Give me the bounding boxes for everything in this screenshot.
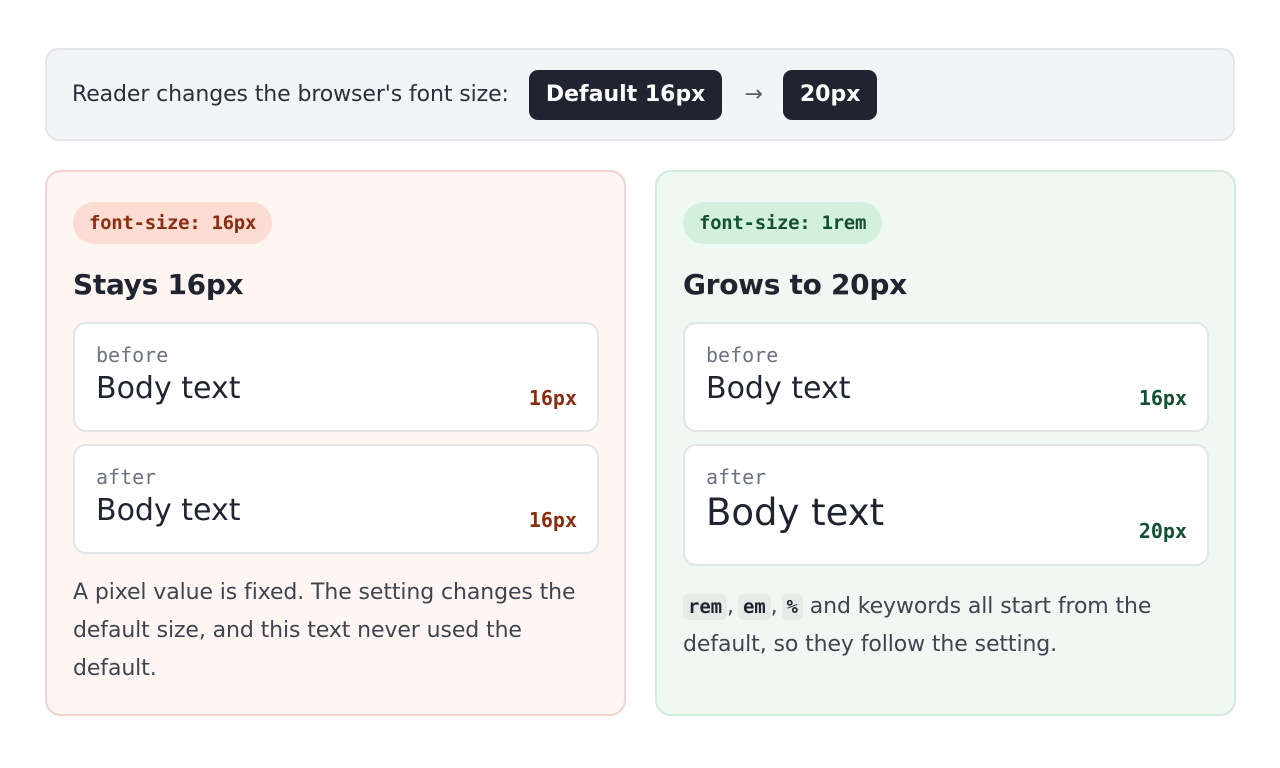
unit-code: rem (683, 594, 728, 620)
unit-code: em (737, 594, 771, 620)
body-text-sample-large: Body text (706, 491, 885, 534)
px-card: font-size: 16px Stays 16px before Body t… (45, 170, 626, 716)
rem-before-box: before Body text 16px (683, 322, 1209, 432)
px-description: A pixel value is fixed. The setting chan… (73, 580, 576, 681)
size-readout: 20px (1138, 519, 1187, 543)
rem-description: rem, em,% and keywords all start from the… (683, 594, 1152, 657)
body-text-sample: Body text (96, 493, 241, 528)
body-text-sample: Body text (706, 371, 851, 406)
banner-lead: Reader changes the browser's font size: (72, 82, 509, 107)
rem-card: font-size: 1rem Grows to 20px before Bod… (655, 170, 1236, 716)
unit-code: % (781, 594, 803, 620)
after-label: after (706, 465, 767, 489)
new-size-pill: 20px (782, 69, 878, 120)
before-label: before (96, 343, 169, 367)
rem-tag: font-size: 1rem (683, 202, 883, 244)
size-readout: 16px (528, 508, 577, 532)
size-readout: 16px (1138, 386, 1187, 410)
browser-setting-banner: Reader changes the browser's font size: … (45, 48, 1235, 141)
px-before-box: before Body text 16px (73, 322, 599, 432)
arrow-right-icon: → (744, 82, 763, 107)
size-readout: 16px (528, 386, 577, 410)
px-heading: Stays 16px (73, 268, 244, 301)
body-text-sample: Body text (96, 371, 241, 406)
after-label: after (96, 465, 157, 489)
rem-after-box: after Body text 20px (683, 444, 1209, 566)
px-after-box: after Body text 16px (73, 444, 599, 554)
default-size-pill: Default 16px (528, 69, 723, 120)
before-label: before (706, 343, 779, 367)
px-tag: font-size: 16px (73, 202, 273, 244)
rem-heading: Grows to 20px (683, 268, 907, 301)
